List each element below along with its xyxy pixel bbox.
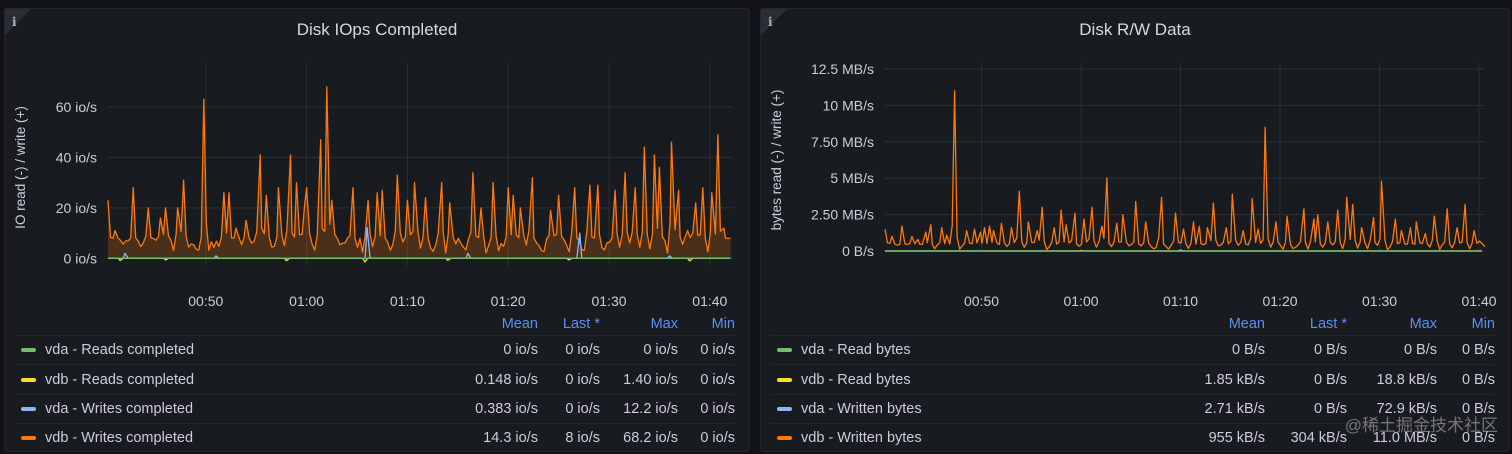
x-tick-label: 01:00	[1063, 293, 1098, 309]
legend-series-name[interactable]: vdb - Writes completed	[45, 430, 193, 446]
legend-header-mean[interactable]: Mean	[1125, 316, 1265, 332]
legend-last-value: 0 B/s	[1313, 342, 1347, 359]
chart-disk-iops[interactable]: 0 io/s 20 io/s 40 io/s 60 io/s 00:50 01:00 01:…	[5, 49, 751, 317]
legend-row-vdb-reads[interactable]: vdb - Reads completed 0.148 io/s 0 io/s …	[15, 364, 735, 393]
x-tick-label: 00:50	[188, 293, 223, 309]
legend-series-name[interactable]: vda - Read bytes	[801, 342, 911, 358]
legend-mean-value: 955 kB/s	[1208, 430, 1265, 447]
x-tick-label: 01:10	[1163, 293, 1198, 309]
panel-disk-rw-data[interactable]: i Disk R/W Data 0 B/s 2.50 MB/s 5 MB/s 7.50…	[760, 8, 1510, 452]
legend-max-value: 1.40 io/s	[623, 371, 678, 388]
legend-series-name[interactable]: vda - Writes completed	[45, 401, 193, 417]
y-tick-label: 60 io/s	[56, 99, 97, 115]
x-tick-label: 01:30	[1362, 293, 1397, 309]
legend-last-value: 0 io/s	[565, 371, 600, 388]
legend-last-value: 0 B/s	[1313, 400, 1347, 417]
legend-last-value: 304 kB/s	[1290, 430, 1347, 447]
watermark-text: @稀土掘金技术社区	[1344, 416, 1498, 435]
series-color-swatch[interactable]	[777, 377, 792, 382]
series-line-vdb---written-bytes	[884, 90, 1486, 251]
legend-min-value: 0 B/s	[1461, 371, 1495, 388]
legend-series-name[interactable]: vda - Written bytes	[801, 401, 922, 417]
legend-min-value: 0 io/s	[700, 400, 735, 417]
legend-min-value: 0 io/s	[700, 430, 735, 447]
legend-mean-value: 0 B/s	[1231, 342, 1265, 359]
legend-max-value: 18.8 kB/s	[1376, 371, 1437, 388]
legend-row-vdb-read-bytes[interactable]: vdb - Read bytes 1.85 kB/s 0 B/s 18.8 kB…	[771, 364, 1495, 393]
legend-series-name[interactable]: vdb - Written bytes	[801, 430, 922, 446]
legend-table: Mean Last * Max Min vda - Reads complete…	[15, 313, 735, 453]
series-color-swatch[interactable]	[21, 348, 36, 353]
legend-min-value: 0 io/s	[700, 342, 735, 359]
legend-header-min[interactable]: Min	[678, 316, 735, 332]
legend-last-value: 8 io/s	[565, 430, 600, 447]
y-axis-label: bytes read (-) / write (+)	[769, 90, 784, 231]
legend-header-min[interactable]: Min	[1437, 316, 1495, 332]
legend-mean-value: 0.383 io/s	[475, 400, 538, 417]
legend-row-vda-writes[interactable]: vda - Writes completed 0.383 io/s 0 io/s…	[15, 393, 735, 423]
legend-header-row: Mean Last * Max Min	[15, 313, 735, 335]
series-line-vdb---writes-completed	[107, 86, 731, 254]
legend-max-value: 68.2 io/s	[623, 430, 678, 447]
legend-max-value: 12.2 io/s	[623, 400, 678, 417]
y-axis-label: IO read (-) / write (+)	[13, 106, 28, 229]
chart-disk-rw-data[interactable]: 0 B/s 2.50 MB/s 5 MB/s 7.50 MB/s 10 MB/s 12.5…	[761, 49, 1511, 317]
x-tick-label: 01:20	[491, 293, 526, 309]
legend-mean-value: 14.3 io/s	[483, 430, 538, 447]
panel-title[interactable]: Disk R/W Data	[761, 20, 1509, 40]
y-tick-label: 7.50 MB/s	[811, 134, 874, 150]
x-tick-label: 01:40	[692, 293, 727, 309]
legend-last-value: 0 B/s	[1313, 371, 1347, 388]
legend-series-name[interactable]: vda - Reads completed	[45, 342, 194, 358]
series-color-swatch[interactable]	[777, 348, 792, 353]
y-tick-label: 20 io/s	[56, 200, 97, 216]
legend-mean-value: 2.71 kB/s	[1204, 400, 1265, 417]
y-tick-label: 12.5 MB/s	[811, 61, 874, 77]
y-tick-label: 10 MB/s	[823, 97, 874, 113]
legend-row-vda-read-bytes[interactable]: vda - Read bytes 0 B/s 0 B/s 0 B/s 0 B/s	[771, 335, 1495, 364]
legend-mean-value: 1.85 kB/s	[1204, 371, 1265, 388]
x-tick-label: 01:00	[289, 293, 324, 309]
x-tick-label: 01:20	[1262, 293, 1297, 309]
y-tick-label: 0 B/s	[842, 243, 874, 259]
series-color-swatch[interactable]	[777, 436, 792, 441]
y-tick-label: 0 io/s	[64, 250, 97, 266]
x-tick-label: 01:10	[390, 293, 425, 309]
series-color-swatch[interactable]	[777, 406, 792, 411]
panel-title[interactable]: Disk IOps Completed	[5, 20, 749, 40]
legend-series-name[interactable]: vdb - Read bytes	[801, 372, 911, 388]
legend-series-name[interactable]: vdb - Reads completed	[45, 372, 194, 388]
legend-min-value: 0 B/s	[1461, 342, 1495, 359]
legend-max-value: 0 B/s	[1403, 342, 1437, 359]
series-color-swatch[interactable]	[21, 377, 36, 382]
legend-header-max[interactable]: Max	[600, 316, 678, 332]
legend-header-row: Mean Last * Max Min	[771, 313, 1495, 335]
series-color-swatch[interactable]	[21, 406, 36, 411]
legend-header-last[interactable]: Last *	[1265, 316, 1347, 332]
y-tick-label: 5 MB/s	[830, 170, 874, 186]
legend-mean-value: 0.148 io/s	[475, 371, 538, 388]
legend-header-mean[interactable]: Mean	[428, 316, 538, 332]
legend-header-max[interactable]: Max	[1347, 316, 1437, 332]
legend-max-value: 0 io/s	[643, 342, 678, 359]
series-color-swatch[interactable]	[21, 436, 36, 441]
panel-disk-iops[interactable]: i Disk IOps Completed 0 io/s 20 io/s 40 io…	[4, 8, 750, 452]
x-tick-label: 00:50	[964, 293, 999, 309]
y-tick-label: 40 io/s	[56, 149, 97, 165]
x-tick-label: 01:40	[1462, 293, 1497, 309]
y-tick-label: 2.50 MB/s	[811, 207, 874, 223]
legend-last-value: 0 io/s	[565, 342, 600, 359]
legend-row-vda-reads[interactable]: vda - Reads completed 0 io/s 0 io/s 0 io…	[15, 335, 735, 364]
legend-min-value: 0 io/s	[700, 371, 735, 388]
legend-header-last[interactable]: Last *	[538, 316, 600, 332]
legend-mean-value: 0 io/s	[503, 342, 538, 359]
legend-last-value: 0 io/s	[565, 400, 600, 417]
legend-row-vdb-writes[interactable]: vdb - Writes completed 14.3 io/s 8 io/s …	[15, 423, 735, 452]
x-tick-label: 01:30	[591, 293, 626, 309]
